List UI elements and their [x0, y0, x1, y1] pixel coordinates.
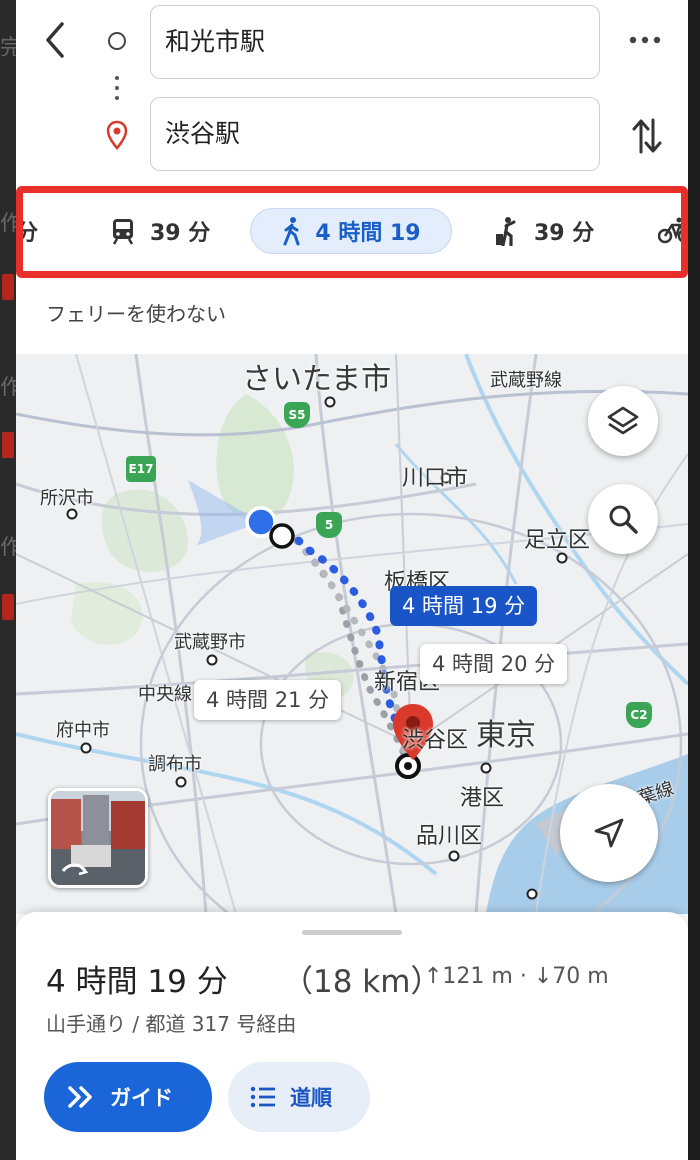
list-icon: [250, 1086, 275, 1108]
origin-circle-icon: [108, 32, 126, 50]
mode-walking-label: 4 時間 19: [315, 221, 421, 246]
map-label-adachi: 足立区: [524, 528, 591, 553]
my-location-button[interactable]: [560, 784, 658, 882]
sheet-drag-handle[interactable]: [302, 930, 402, 935]
swap-route-icon[interactable]: [630, 114, 664, 158]
route-summary-sheet[interactable]: 4 時間 19 分 （18 km） ↑121 m · ↓70 m 山手通り / …: [16, 912, 688, 1160]
steps-button-label: 道順: [290, 1086, 332, 1110]
maps-directions-screen: 和光市駅 渋谷駅 分 39 分 4 時間 19 39 分 フェリーを使わない さ…: [16, 0, 688, 1160]
back-arrow-icon[interactable]: [40, 18, 70, 62]
map-label-tokorozawa: 所沢市: [40, 488, 94, 509]
map-view[interactable]: さいたま市 武蔵野線 川口市 所沢市 足立区 板橋区 武蔵野市 中央線 新宿区 …: [16, 354, 688, 914]
map-label-shibuya: 渋谷区: [402, 728, 469, 753]
route-option-text[interactable]: フェリーを使わない: [46, 298, 226, 327]
guide-button[interactable]: ガイド: [44, 1062, 212, 1132]
map-label-saitama: さいたま市: [242, 362, 392, 397]
destination-pin-icon: [106, 120, 128, 150]
steps-button[interactable]: 道順: [228, 1062, 370, 1132]
route-duration: 4 時間 19 分: [46, 964, 228, 1000]
mode-driving-label: 分: [16, 221, 39, 246]
mode-walking[interactable]: 4 時間 19: [250, 208, 452, 254]
mode-transit-label: 39 分: [150, 221, 211, 246]
mode-cycling[interactable]: [658, 208, 688, 254]
map-label-chuo-line: 中央線: [138, 684, 192, 705]
double-chevron-icon: [68, 1086, 92, 1108]
walking-icon: [283, 217, 300, 246]
expressway-shield-s5: S5: [284, 402, 310, 428]
layers-button[interactable]: [588, 386, 658, 456]
selected-route-duration-callout[interactable]: 4 時間 19 分: [390, 586, 538, 626]
mode-ride[interactable]: 39 分: [494, 208, 594, 254]
train-icon: [112, 219, 134, 245]
route-connector-dots: [115, 76, 119, 106]
mode-ride-label: 39 分: [534, 221, 595, 246]
map-search-button[interactable]: [588, 484, 658, 554]
route-shield-5: 5: [316, 512, 342, 538]
bicycle-icon: [658, 217, 688, 244]
map-label-kawaguchi: 川口市: [402, 466, 469, 491]
expressway-shield-e17: E17: [126, 456, 156, 482]
street-view-image: [51, 791, 145, 885]
map-label-chofu: 調布市: [148, 754, 202, 775]
guide-button-label: ガイド: [110, 1086, 173, 1110]
layers-icon: [607, 406, 639, 435]
alternate-route-callout-1[interactable]: 4 時間 20 分: [420, 644, 568, 684]
route-distance: （18 km）: [282, 964, 442, 1000]
expressway-shield-c2: C2: [626, 702, 652, 728]
background-edge-right: [688, 0, 700, 1160]
more-options-icon[interactable]: [628, 28, 662, 52]
origin-input[interactable]: 和光市駅: [150, 5, 600, 79]
mode-transit[interactable]: 39 分: [110, 208, 210, 254]
route-via: 山手通り / 都道 317 号経由: [46, 1012, 297, 1036]
navigation-arrow-icon: [594, 818, 624, 848]
destination-input[interactable]: 渋谷駅: [150, 97, 600, 171]
mode-driving[interactable]: 分: [16, 208, 38, 254]
street-view-thumbnail[interactable]: [48, 788, 148, 888]
ride-hail-icon: [496, 217, 516, 246]
map-label-fuchu: 府中市: [56, 720, 110, 741]
map-label-musashino: 武蔵野市: [174, 632, 246, 653]
alternate-route-callout-2[interactable]: 4 時間 21 分: [194, 680, 342, 720]
map-label-musashino-line: 武蔵野線: [490, 370, 562, 391]
map-label-shinagawa: 品川区: [416, 824, 483, 849]
background-app-edge: 完 作 作 作: [0, 0, 16, 1160]
search-icon: [609, 505, 638, 534]
map-label-minato: 港区: [460, 786, 505, 811]
travel-mode-bar: 分 39 分 4 時間 19 39 分: [16, 188, 688, 274]
map-label-tokyo: 東京: [476, 718, 536, 753]
route-elevation: ↑121 m · ↓70 m: [424, 964, 609, 989]
